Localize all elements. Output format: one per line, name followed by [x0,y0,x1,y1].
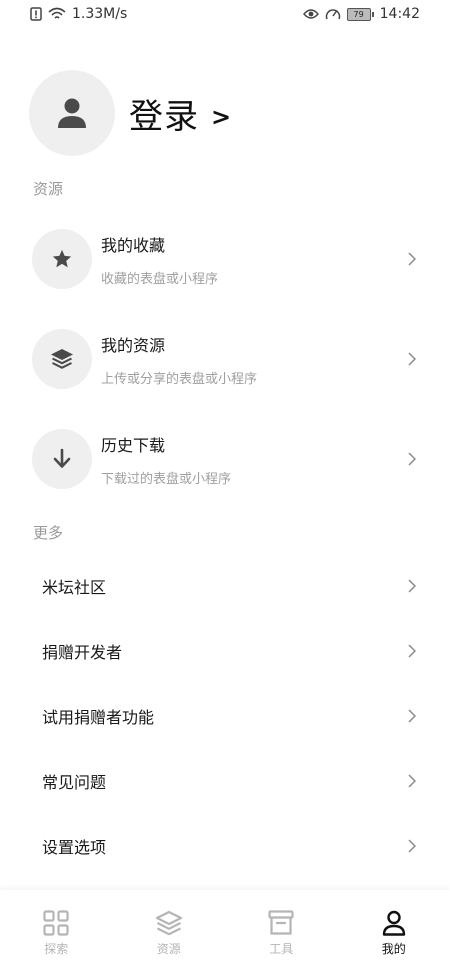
res-title: 历史下载 [101,435,166,455]
res-subtitle: 下载过的表盘或小程序 [101,471,232,487]
list-item-faq[interactable]: 常见问题 [42,766,422,796]
chevron-right-icon [408,709,416,723]
wifi-icon [48,7,66,19]
section-title-resources: 资源 [33,180,64,198]
res-icon-circle [32,329,92,389]
eye-icon [302,9,319,19]
network-speed: 1.33M/s [72,6,128,22]
res-subtitle: 收藏的表盘或小程序 [101,271,219,287]
chevron-right-icon [408,452,416,466]
battery-icon: 79 [346,7,374,21]
more-item-label: 米坛社区 [42,578,107,597]
nav-label: 工具 [269,942,294,956]
login-label: 登录 [129,96,199,137]
more-item-label: 常见问题 [42,773,107,792]
nav-tab-mine[interactable]: 我的 [338,890,450,975]
more-item-label: 捐赠开发者 [42,643,123,662]
chevron-right-icon [408,252,416,266]
person-icon [58,98,86,128]
list-item-favorites[interactable]: 我的收藏 收藏的表盘或小程序 [32,229,422,289]
battery-level: 79 [346,7,371,21]
list-item-trial-donor-features[interactable]: 试用捐赠者功能 [42,701,422,731]
avatar[interactable] [29,70,115,156]
login-link[interactable]: 登录 > [129,89,232,138]
profile-header[interactable]: 登录 > [29,70,232,156]
bottom-nav: 探索 资源 工具 我的 [0,890,450,975]
nav-label: 探索 [44,942,69,956]
grid-icon [43,910,69,936]
res-icon-circle [32,429,92,489]
nav-tab-resources[interactable]: 资源 [113,890,226,975]
nav-label: 我的 [381,942,406,956]
res-subtitle: 上传或分享的表盘或小程序 [101,371,258,387]
chevron-right-icon [408,352,416,366]
chevron-right-icon [408,579,416,593]
list-item-my-resources[interactable]: 我的资源 上传或分享的表盘或小程序 [32,329,422,389]
speed-gauge-icon [325,9,340,20]
more-item-label: 设置选项 [42,838,107,857]
chevron-right-icon [408,839,416,853]
res-icon-circle [32,229,92,289]
more-item-label: 试用捐赠者功能 [42,708,155,727]
clock: 14:42 [379,6,420,22]
list-item-donate[interactable]: 捐赠开发者 [42,636,422,666]
chevron-right-icon [408,644,416,658]
nav-tab-tools[interactable]: 工具 [225,890,338,975]
res-title: 我的收藏 [101,235,166,255]
notification-icon [30,7,42,21]
nav-label: 资源 [156,942,181,956]
layers-icon [155,910,182,936]
list-item-settings[interactable]: 设置选项 [42,831,422,861]
list-item-download-history[interactable]: 历史下载 下载过的表盘或小程序 [32,429,422,489]
res-title: 我的资源 [101,335,166,355]
status-bar: 1.33M/s 79 14:42 [0,0,450,30]
person-icon [382,910,405,936]
login-arrow: > [211,102,233,131]
chevron-right-icon [408,774,416,788]
star-icon [52,249,72,268]
list-item-community[interactable]: 米坛社区 [42,571,422,601]
nav-tab-explore[interactable]: 探索 [0,890,113,975]
download-arrow-icon [53,448,71,468]
box-icon [268,910,294,935]
layers-icon [51,349,73,369]
section-title-more: 更多 [33,524,64,542]
